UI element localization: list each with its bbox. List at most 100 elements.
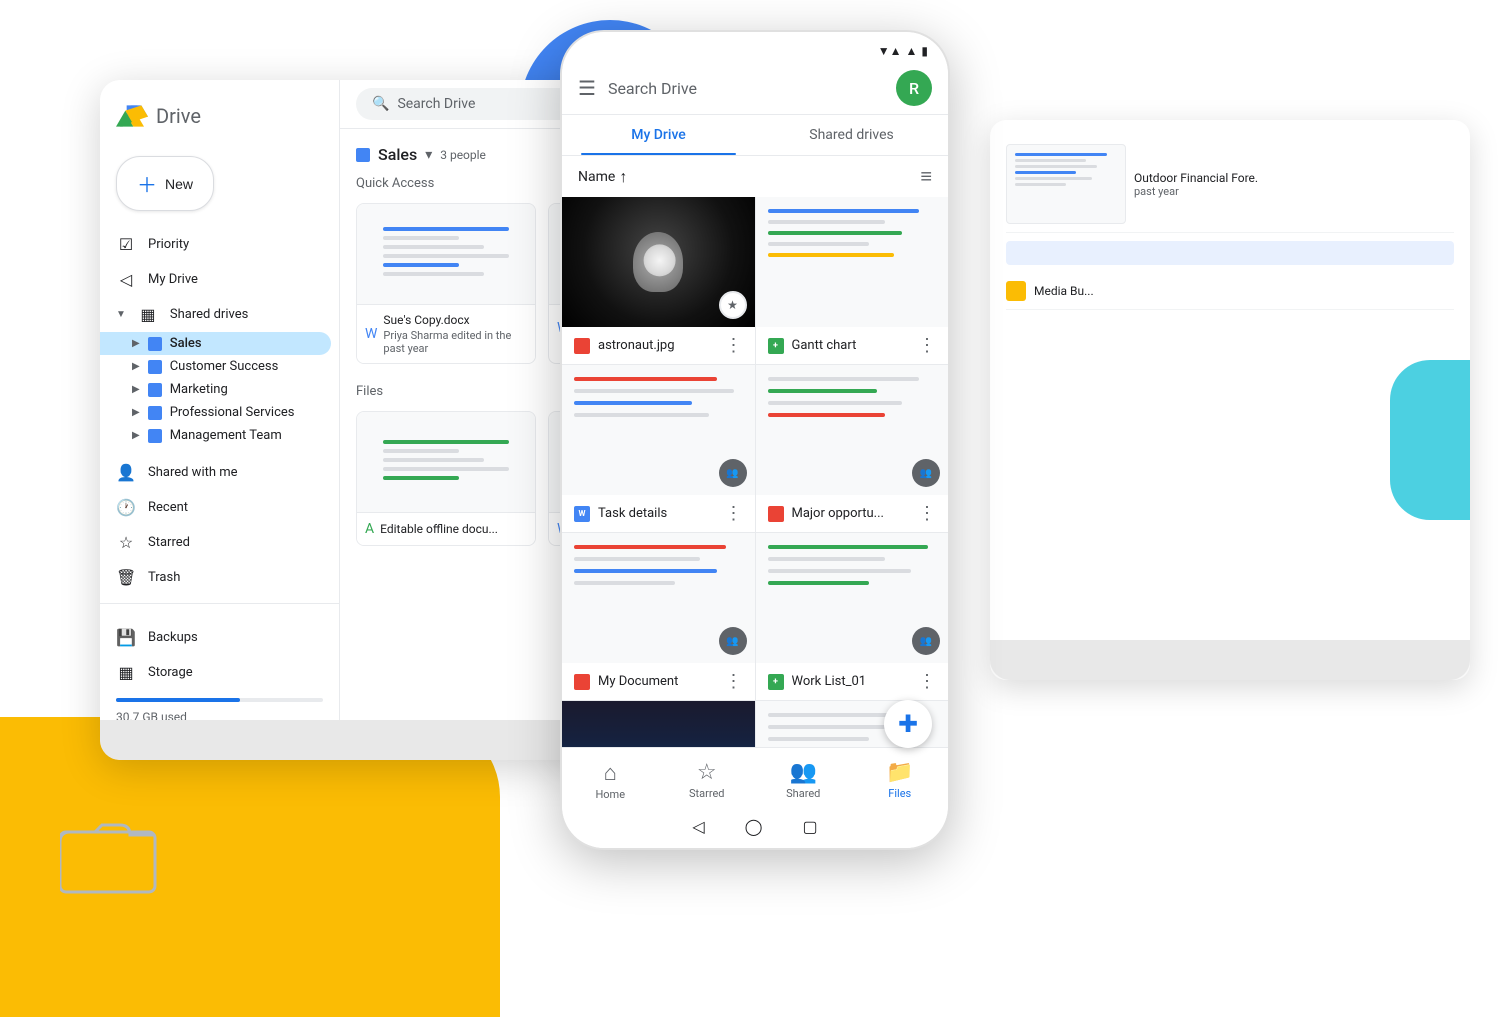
wifi-icon: ▲ [906, 44, 918, 58]
sidebar-subitem-marketing[interactable]: ▶ Marketing [100, 378, 339, 401]
doc-line [383, 263, 459, 267]
phone-file-card-gantt[interactable]: + Gantt chart ⋮ [756, 197, 949, 364]
file-card-info-1: W Sue's Copy.docx Priya Sharma edited in… [357, 304, 535, 363]
sort-name-label: Name [578, 169, 615, 185]
sidebar-item-shared-drives[interactable]: ▼ ▦ Shared drives [100, 297, 331, 332]
storage-used-label: 30.7 GB used [116, 710, 323, 720]
sidebar-subitem-management[interactable]: ▶ Management Team [100, 424, 339, 447]
laptop2-teal-shape [1390, 360, 1470, 520]
phone-nav-shared[interactable]: 👥 Shared [755, 756, 852, 805]
phone-file-info-gantt: + Gantt chart ⋮ [756, 327, 949, 364]
doc-line [383, 467, 509, 471]
sidebar-label-professional: Professional Services [170, 405, 295, 420]
more-options-icon-3[interactable]: ⋮ [725, 503, 743, 524]
starred-nav-label: Starred [689, 787, 725, 800]
hamburger-menu-icon[interactable]: ☰ [578, 76, 596, 100]
tab-my-drive[interactable]: My Drive [562, 115, 755, 155]
sidebar-item-starred[interactable]: ☆ Starred [100, 525, 331, 560]
new-button[interactable]: ＋ New [116, 156, 214, 211]
list-view-icon[interactable]: ≡ [920, 164, 932, 189]
phone-file-card-major[interactable]: 👥 Major opportu... ⋮ [756, 365, 949, 532]
laptop2-folder-icon [1006, 281, 1026, 301]
phone-nav-starred[interactable]: ☆ Starred [659, 756, 756, 805]
sort-label[interactable]: Name ↑ [578, 167, 627, 187]
files-nav-label: Files [888, 787, 911, 800]
subitem-arrow3-icon: ▶ [132, 384, 140, 395]
recents-gesture-btn[interactable]: ▢ [803, 817, 818, 836]
tab-shared-drives-label: Shared drives [809, 127, 893, 143]
sidebar-label-starred: Starred [148, 535, 190, 550]
signal-icon: ▼▲ [878, 44, 902, 58]
doc-line [383, 440, 509, 444]
phone-file-preview-task: 👥 [562, 365, 755, 495]
back-gesture-btn[interactable]: ◁ [692, 817, 704, 836]
doc-line [383, 236, 459, 240]
sidebar-subitem-professional[interactable]: ▶ Professional Services [100, 401, 339, 424]
storage-bar [116, 698, 323, 702]
phone-file-card-tokyo[interactable]: Next Tokyo-48 Next Tokyo-48 ⋮ [562, 701, 755, 747]
sidebar-label-backups: Backups [148, 630, 198, 645]
sidebar-label-management: Management Team [170, 428, 282, 443]
more-options-icon-2[interactable]: ⋮ [918, 335, 936, 356]
folder-decoration-icon [60, 817, 160, 897]
sort-direction-icon: ↑ [619, 167, 627, 187]
phone-screen: ▼▲ ▲ ▮ ☰ Search Drive R My Drive Shared … [562, 32, 948, 848]
sidebar-label-customer: Customer Success [170, 359, 279, 374]
phone-file-card-task[interactable]: 👥 W Task details ⋮ [562, 365, 755, 532]
file-name-3: Editable offline docu... [380, 522, 498, 536]
sidebar-item-trash[interactable]: 🗑 Trash [100, 560, 331, 595]
sidebar-label-sales: Sales [170, 336, 202, 351]
sidebar-item-priority[interactable]: ☑ Priority [100, 227, 331, 262]
file-card-editable[interactable]: A Editable offline docu... [356, 411, 536, 546]
priority-icon: ☑ [116, 235, 136, 254]
more-options-icon-6[interactable]: ⋮ [918, 671, 936, 692]
phone-file-info-mydoc: My Document ⋮ [562, 663, 755, 700]
search-placeholder: Search Drive [397, 96, 475, 112]
sidebar-item-mydrive[interactable]: ◁ My Drive [100, 262, 331, 297]
more-options-icon-1[interactable]: ⋮ [725, 335, 743, 356]
laptop2-file-row2: Media Bu... [1006, 273, 1454, 310]
file-card-preview-3 [357, 412, 535, 512]
folder-type-icon [356, 148, 370, 162]
slides-file-icon [574, 674, 590, 690]
recent-icon: 🕐 [116, 498, 136, 517]
phone-nav-home[interactable]: ⌂ Home [562, 756, 659, 805]
phone-file-card-mydoc[interactable]: 👥 My Document ⋮ [562, 533, 755, 700]
sidebar-item-storage[interactable]: ▦ Storage [116, 655, 315, 690]
doc-line [383, 476, 459, 480]
sidebar-subitem-sales[interactable]: ▶ Sales [100, 332, 331, 355]
tab-shared-drives[interactable]: Shared drives [755, 115, 948, 155]
more-options-icon-4[interactable]: ⋮ [918, 503, 936, 524]
doc-line [383, 227, 509, 231]
storage-section: 💾 Backups ▦ Storage 30.7 GB used [100, 603, 339, 720]
phone-file-card-astronaut[interactable]: ★ astronaut.jpg ⋮ [562, 197, 755, 364]
trash-icon: 🗑 [116, 568, 136, 587]
phone-search-placeholder[interactable]: Search Drive [608, 79, 884, 98]
phone-file-name-task: Task details [598, 506, 717, 521]
user-avatar[interactable]: R [896, 70, 932, 106]
sidebar-subitem-customer[interactable]: ▶ Customer Success [100, 355, 339, 378]
users-icon: 👥 [726, 468, 738, 479]
sidebar-item-shared-with-me[interactable]: 👤 Shared with me [100, 455, 331, 490]
star-small-icon: ★ [727, 298, 738, 312]
shared-drives-icon: ▦ [138, 305, 158, 324]
sidebar-item-backups[interactable]: 💾 Backups [116, 620, 315, 655]
phone-nav-files[interactable]: 📁 Files [852, 756, 949, 805]
files-nav-icon: 📁 [886, 760, 913, 785]
sidebar-label-recent: Recent [148, 500, 188, 515]
doc-preview-3 [375, 432, 517, 493]
management-drive-icon [148, 429, 162, 443]
phone-file-preview-gantt [756, 197, 949, 327]
phone-file-preview-tokyo: Next Tokyo-48 [562, 701, 755, 747]
drive-logo-icon [116, 100, 148, 132]
phone-status-bar: ▼▲ ▲ ▮ [562, 32, 948, 62]
file-card-sues-copy[interactable]: W Sue's Copy.docx Priya Sharma edited in… [356, 203, 536, 364]
fab-add-button[interactable]: ✚ [884, 700, 932, 748]
shared-users-badge-1: 👥 [719, 459, 747, 487]
laptop2-frame: Outdoor Financial Fore. past year Media … [990, 120, 1470, 680]
sidebar-item-recent[interactable]: 🕐 Recent [100, 490, 331, 525]
home-gesture-btn[interactable]: ◯ [745, 817, 763, 836]
phone-file-card-worklist[interactable]: 👥 + Work List_01 ⋮ [756, 533, 949, 700]
more-options-icon-5[interactable]: ⋮ [725, 671, 743, 692]
battery-icon: ▮ [921, 44, 928, 58]
